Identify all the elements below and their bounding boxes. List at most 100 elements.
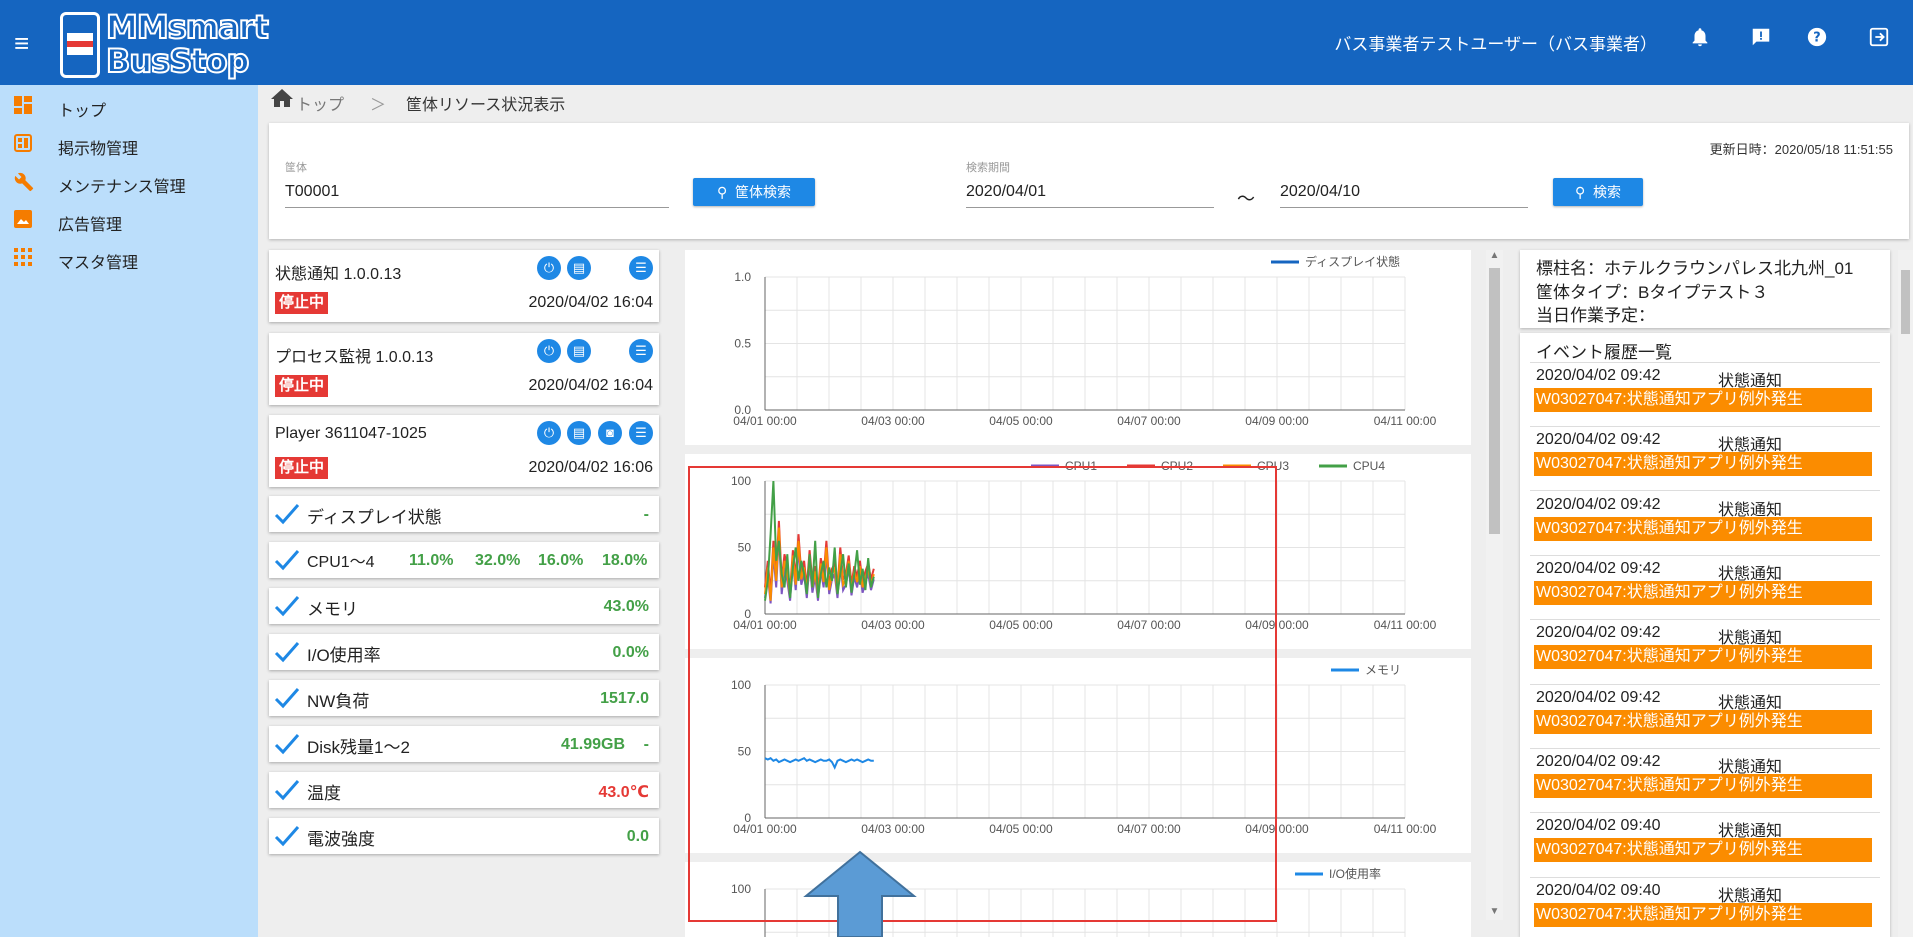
scroll-up-icon[interactable]: ▲: [1486, 250, 1503, 264]
help-icon[interactable]: ?: [1804, 26, 1830, 52]
event-message: W03027047:状態通知アプリ例外発生: [1534, 710, 1872, 734]
up-arrow-icon: [803, 850, 917, 937]
grid-icon: [14, 248, 32, 266]
app-datetime: 2020/04/02 16:04: [528, 294, 653, 311]
scroll-down-icon[interactable]: ▼: [1486, 906, 1503, 920]
page-scrollbar[interactable]: [1898, 250, 1913, 937]
chart-scrollbar[interactable]: ▲ ▼: [1486, 250, 1503, 920]
event-message: W03027047:状態通知アプリ例外発生: [1534, 388, 1872, 412]
metric-temperature[interactable]: 温度 43.0℃: [269, 772, 659, 808]
metric-value: -: [643, 506, 649, 523]
device-label: 筐体: [285, 162, 307, 174]
y-tick-label: 0.5: [734, 337, 751, 351]
metric-value-2: -: [643, 736, 649, 753]
metric-disk[interactable]: Disk残量1～2 41.99GB -: [269, 726, 659, 762]
y-tick-label: 1.0: [734, 270, 751, 284]
device-search-button[interactable]: ⚲ 筐体検索: [693, 178, 815, 206]
legend-label: CPU4: [1353, 459, 1385, 473]
event-message: W03027047:状態通知アプリ例外発生: [1534, 517, 1872, 541]
breadcrumb-home[interactable]: トップ: [296, 91, 344, 115]
log-icon[interactable]: ▤: [567, 339, 591, 363]
sidebar-item-top[interactable]: トップ: [0, 87, 258, 123]
sidebar-item-label: 広告管理: [58, 217, 123, 234]
updated-time: 更新日時：2020/05/18 11:51:55: [1709, 142, 1893, 157]
app-card-status: 状態通知 1.0.0.13 ⏻ ▤ ☰ 停止中 2020/04/02 16:04: [269, 250, 659, 322]
event-date: 2020/04/02 09:42: [1536, 560, 1661, 577]
metric-network[interactable]: NW負荷 1517.0: [269, 680, 659, 716]
sidebar-item-ads[interactable]: 広告管理: [0, 201, 258, 237]
metric-value: 43.0%: [603, 598, 649, 615]
search-button[interactable]: ⚲ 検索: [1553, 178, 1643, 206]
page-scrollbar-thumb[interactable]: [1901, 270, 1910, 334]
sidebar-item-board[interactable]: 掲示物管理: [0, 125, 258, 161]
event-message: W03027047:状態通知アプリ例外発生: [1534, 452, 1872, 476]
metric-io[interactable]: I/O使用率 0.0%: [269, 634, 659, 670]
breadcrumb-current: 筐体リソース状況表示: [406, 97, 566, 114]
chart-display-panel: 1.0 0.5 0.0 04/01 00:00 04/03 00:00 04/05 00:…: [685, 250, 1471, 445]
sidebar-item-label: メンテナンス管理: [58, 179, 186, 196]
event-history-panel: イベント履歴一覧 2020/04/02 09:42 状態通知 W03027047…: [1520, 333, 1890, 937]
home-icon[interactable]: [270, 88, 294, 113]
work-schedule: 当日作業予定：: [1536, 306, 1655, 325]
cpu1-value: 11.0%: [409, 552, 454, 569]
check-icon: [274, 688, 300, 709]
message-icon[interactable]: [1748, 26, 1774, 52]
sidebar-item-label: トップ: [58, 103, 107, 120]
x-tick-label: 04/03 00:00: [861, 414, 925, 428]
list-icon[interactable]: ☰: [629, 339, 653, 363]
app-logo[interactable]: MMsmart BusStop: [56, 6, 286, 82]
list-icon[interactable]: ☰: [629, 421, 653, 445]
app-card-process: プロセス監視 1.0.0.13 ⏻ ▤ ☰ 停止中 2020/04/02 16:…: [269, 333, 659, 405]
status-badge: 停止中: [275, 457, 329, 479]
app-title: 状態通知 1.0.0.13: [275, 266, 402, 283]
menu-icon[interactable]: ≡: [14, 30, 29, 56]
check-icon: [274, 504, 300, 525]
scrollbar-thumb[interactable]: [1489, 268, 1500, 534]
period-label: 検索期間: [966, 162, 1010, 174]
status-badge: 停止中: [275, 292, 329, 314]
x-tick-label: 04/11 00:00: [1374, 414, 1437, 428]
legend-label: ディスプレイ状態: [1305, 254, 1400, 269]
camera-icon[interactable]: ◙: [598, 421, 622, 445]
metric-display[interactable]: ディスプレイ状態 -: [269, 496, 659, 532]
metric-name: CPU1～4: [307, 554, 375, 571]
logo-text: MMsmart BusStop: [105, 8, 270, 80]
device-info-panel: 標柱名：ホテルクラウンパレス北九州_01 筐体タイプ：Bタイプテスト３ 当日作業…: [1520, 250, 1890, 328]
x-tick-label: 04/11 00:00: [1374, 618, 1437, 632]
x-tick-label: 04/09 00:00: [1245, 414, 1309, 428]
sidebar-item-label: 掲示物管理: [58, 141, 139, 158]
check-icon: [274, 734, 300, 755]
event-message: W03027047:状態通知アプリ例外発生: [1534, 903, 1872, 927]
device-input[interactable]: T00001: [285, 183, 669, 208]
image-icon: [14, 210, 32, 228]
event-history-title: イベント履歴一覧: [1536, 343, 1672, 362]
metric-memory[interactable]: メモリ 43.0%: [269, 588, 659, 624]
metric-name: Disk残量1～2: [307, 738, 410, 757]
power-icon[interactable]: ⏻: [537, 421, 561, 445]
power-icon[interactable]: ⏻: [537, 339, 561, 363]
date-to-input[interactable]: 2020/04/10: [1280, 183, 1528, 208]
sidebar-item-maintenance[interactable]: メンテナンス管理: [0, 163, 258, 199]
metric-signal[interactable]: 電波強度 0.0: [269, 818, 659, 854]
power-icon[interactable]: ⏻: [537, 256, 561, 280]
event-date: 2020/04/02 09:42: [1536, 753, 1661, 770]
log-icon[interactable]: ▤: [567, 421, 591, 445]
logout-icon[interactable]: [1866, 26, 1892, 52]
bus-stop-logo-icon: [60, 12, 100, 78]
date-from-input[interactable]: 2020/04/01: [966, 183, 1214, 208]
metric-cpu[interactable]: CPU1～4 11.0% 32.0% 16.0% 18.0%: [269, 542, 659, 578]
event-message: W03027047:状態通知アプリ例外発生: [1534, 838, 1872, 862]
event-date: 2020/04/02 09:40: [1536, 817, 1661, 834]
sidebar-item-master[interactable]: マスタ管理: [0, 239, 258, 275]
log-icon[interactable]: ▤: [567, 256, 591, 280]
app-datetime: 2020/04/02 16:04: [528, 377, 653, 394]
bell-icon[interactable]: [1687, 26, 1713, 52]
highlight-box: [688, 466, 1277, 922]
event-message: W03027047:状態通知アプリ例外発生: [1534, 581, 1872, 605]
list-icon[interactable]: ☰: [629, 256, 653, 280]
user-name: バス事業者テストユーザー（バス事業者）: [1334, 35, 1657, 54]
metric-name: ディスプレイ状態: [307, 508, 442, 527]
app-title: プロセス監視 1.0.0.13: [275, 349, 434, 366]
cpu4-value: 18.0%: [602, 552, 648, 569]
check-icon: [274, 550, 300, 571]
